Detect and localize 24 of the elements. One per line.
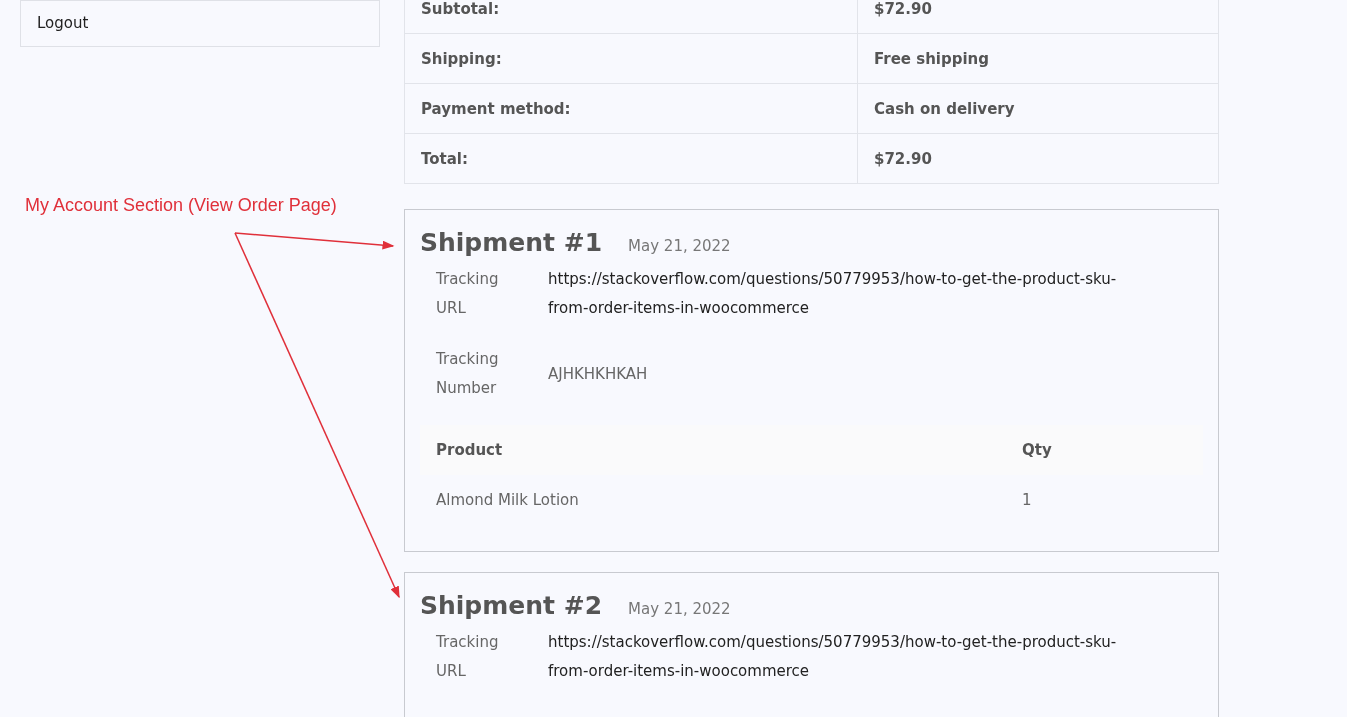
- detail-value: https://stackoverflow.com/questions/50779953/how-to-get-the-product-sku-from-order-items-in-woocommerce: [548, 632, 1118, 682]
- detail-value: https://stackoverflow.com/questions/50779953/how-to-get-the-product-sku-from-order-items-in-woocommerce: [548, 269, 1118, 319]
- detail-label: Tracking URL: [436, 632, 500, 682]
- column-header: Product: [435, 441, 504, 459]
- table-cell: Payment method:: [405, 84, 858, 133]
- table-cell: Subtotal:: [405, 0, 858, 33]
- table-cell-text: Cash on delivery: [873, 98, 1016, 120]
- table-cell-text: $72.90: [873, 148, 933, 170]
- detail-label: Tracking URL: [436, 269, 500, 319]
- table-cell-text: Almond Milk Lotion: [435, 491, 580, 509]
- table-cell-text: 1: [1021, 491, 1032, 509]
- shipment-title: Shipment #2: [420, 591, 603, 620]
- table-cell-text: Free shipping: [873, 48, 991, 70]
- sidebar-menu-item[interactable]: Logout: [20, 0, 380, 47]
- shipment-title: Shipment #1: [420, 228, 603, 257]
- annotation-text: My Account Section (View Order Page): [25, 195, 337, 216]
- shipment-date: May 21, 2022: [628, 600, 731, 618]
- table-cell: Shipping:: [405, 34, 858, 83]
- shipment-date: May 21, 2022: [628, 237, 731, 255]
- column-header: Qty: [1021, 441, 1052, 459]
- table-cell: Total:: [405, 134, 858, 183]
- detail-label: Tracking Number: [436, 349, 500, 399]
- table-cell-text: $72.90: [873, 0, 933, 20]
- detail-value: AJHKHKHKAH: [548, 363, 649, 385]
